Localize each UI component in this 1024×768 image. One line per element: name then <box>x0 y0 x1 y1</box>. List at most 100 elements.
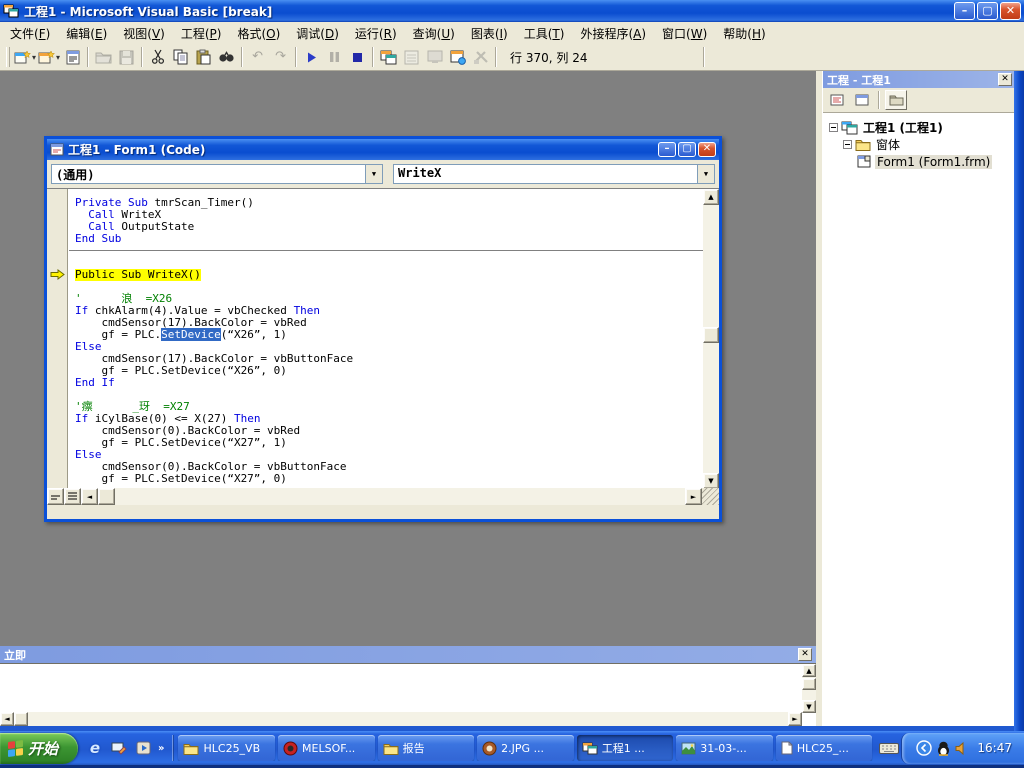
minimize-button[interactable]: – <box>954 2 975 20</box>
find-button[interactable] <box>215 46 238 68</box>
code-line[interactable]: Call OutputState <box>75 221 703 233</box>
resize-grip[interactable] <box>702 488 719 505</box>
properties-window-button[interactable] <box>400 46 423 68</box>
code-editor[interactable]: Private Sub tmrScan_Timer() Call WriteX … <box>47 189 719 505</box>
menu-item-view[interactable]: 视图(V) <box>115 23 173 44</box>
scroll-track[interactable] <box>28 712 788 726</box>
add-project-button[interactable]: ▾ <box>13 46 37 68</box>
maximize-button[interactable]: ▢ <box>977 2 998 20</box>
task-button-melsoft[interactable]: MELSOF... <box>278 735 375 761</box>
code-line[interactable]: End If <box>75 377 703 389</box>
menu-editor-button[interactable] <box>61 46 84 68</box>
scroll-up-icon[interactable]: ▲ <box>703 189 719 205</box>
tree-item-form1[interactable]: Form1 (Form1.frm) <box>825 153 1012 170</box>
scroll-thumb[interactable] <box>703 327 719 343</box>
menu-item-help[interactable]: 帮助(H) <box>715 23 773 44</box>
task-button-hlc25-vb-folder[interactable]: HLC25_VB <box>178 735 275 761</box>
task-button-image-31-03[interactable]: 31-03-... <box>676 735 773 761</box>
project-explorer-titlebar[interactable]: 工程 - 工程1 ✕ <box>823 71 1014 88</box>
code-text[interactable]: Private Sub tmrScan_Timer() Call WriteX … <box>69 189 703 505</box>
start-button[interactable]: 开始 <box>0 733 78 764</box>
code-line[interactable]: Private Sub tmrScan_Timer() <box>75 197 703 209</box>
stop-button[interactable] <box>346 46 369 68</box>
procedure-view-button[interactable] <box>47 488 64 505</box>
quick-launch-media-app-button[interactable] <box>134 739 152 757</box>
scroll-right-icon[interactable]: ► <box>788 712 802 726</box>
scroll-left-icon[interactable]: ◄ <box>0 712 14 726</box>
tray-volume-icon[interactable] <box>955 742 969 755</box>
tray-chevron-circle-icon[interactable] <box>916 740 932 756</box>
object-combo-arrow-icon[interactable]: ▼ <box>365 165 382 183</box>
view-object-button[interactable] <box>851 90 873 110</box>
language-bar[interactable] <box>877 737 901 759</box>
cut-button[interactable] <box>146 46 169 68</box>
save-button[interactable] <box>115 46 138 68</box>
code-vertical-scrollbar[interactable]: ▲ ▼ <box>703 189 719 489</box>
menu-item-window[interactable]: 窗口(W) <box>654 23 715 44</box>
menu-item-edit[interactable]: 编辑(E) <box>58 23 115 44</box>
code-close-button[interactable]: ✕ <box>698 142 716 157</box>
task-button-jpg-file[interactable]: 2.JPG ... <box>477 735 574 761</box>
dropdown-arrow-icon[interactable]: ▾ <box>56 53 60 62</box>
immediate-content[interactable]: ▲ ▼ ◄ ► <box>0 663 816 726</box>
scroll-down-icon[interactable]: ▼ <box>802 700 816 713</box>
immediate-titlebar[interactable]: 立即 ✕ <box>0 646 816 663</box>
object-combo[interactable]: (通用) ▼ <box>51 164 383 184</box>
menu-item-add-ins[interactable]: 外接程序(A) <box>572 23 654 44</box>
task-button-vb-project[interactable]: 工程1 ... <box>577 735 674 761</box>
dropdown-arrow-icon[interactable]: ▾ <box>32 53 36 62</box>
immediate-vertical-scrollbar[interactable]: ▲ ▼ <box>802 664 816 713</box>
menu-item-tools[interactable]: 工具(T) <box>516 23 573 44</box>
procedure-combo-arrow-icon[interactable]: ▼ <box>697 165 714 183</box>
scroll-down-icon[interactable]: ▼ <box>703 473 719 489</box>
immediate-close-icon[interactable]: ✕ <box>798 648 812 661</box>
paste-button[interactable] <box>192 46 215 68</box>
undo-button[interactable]: ↶ <box>246 46 269 68</box>
code-window-titlebar[interactable]: 工程1 - Form1 (Code) – ▢ ✕ <box>47 139 719 160</box>
add-form-button[interactable]: ▾ <box>37 46 61 68</box>
scroll-thumb[interactable] <box>802 678 816 690</box>
quick-launch-ie-button[interactable]: e <box>86 739 104 757</box>
view-code-button[interactable] <box>826 90 848 110</box>
tree-item-forms-folder[interactable]: 窗体 <box>825 136 1012 153</box>
copy-button[interactable] <box>169 46 192 68</box>
code-minimize-button[interactable]: – <box>658 142 676 157</box>
menu-item-file[interactable]: 文件(F) <box>2 23 58 44</box>
task-button-report-folder[interactable]: 报告 <box>378 735 475 761</box>
tree-collapse-icon[interactable] <box>829 123 838 132</box>
project-explorer-button[interactable] <box>377 46 400 68</box>
menu-item-diagram[interactable]: 图表(I) <box>463 23 516 44</box>
object-browser-button[interactable] <box>446 46 469 68</box>
menu-item-project[interactable]: 工程(P) <box>173 23 230 44</box>
scroll-thumb[interactable] <box>98 488 115 505</box>
scroll-track[interactable] <box>115 488 685 505</box>
code-line[interactable]: gf = PLC.SetDevice(“X26”, 1) <box>75 329 703 341</box>
scroll-thumb[interactable] <box>14 712 28 726</box>
scroll-up-icon[interactable]: ▲ <box>802 664 816 677</box>
code-line[interactable]: Public Sub WriteX() <box>75 269 703 281</box>
toolbar-grip[interactable] <box>6 47 10 67</box>
menu-item-debug[interactable]: 调试(D) <box>288 23 347 44</box>
project-explorer-close-icon[interactable]: ✕ <box>998 73 1012 86</box>
pause-button[interactable] <box>323 46 346 68</box>
tree-collapse-icon[interactable] <box>843 140 852 149</box>
task-button-hlc25-doc[interactable]: HLC25_... <box>776 735 873 761</box>
folder-toggle-button[interactable] <box>885 90 907 110</box>
close-button[interactable]: ✕ <box>1000 2 1021 20</box>
open-button[interactable] <box>92 46 115 68</box>
menu-item-query[interactable]: 查询(U) <box>405 23 463 44</box>
code-line[interactable]: gf = PLC.SetDevice(“X27”, 0) <box>75 473 703 485</box>
code-line[interactable]: gf = PLC.SetDevice(“X27”, 1) <box>75 437 703 449</box>
menu-item-run[interactable]: 运行(R) <box>347 23 405 44</box>
form-layout-button[interactable] <box>423 46 446 68</box>
tree-item-project-root[interactable]: 工程1 (工程1) <box>825 119 1012 136</box>
quick-launch-show-desktop-button[interactable] <box>110 739 128 757</box>
toolbox-button[interactable] <box>469 46 492 68</box>
scroll-left-icon[interactable]: ◄ <box>81 488 98 505</box>
procedure-combo[interactable]: WriteX ▼ <box>393 164 715 184</box>
menu-item-format[interactable]: 格式(O) <box>229 23 288 44</box>
code-horizontal-scrollbar[interactable]: ◄ ► <box>47 488 719 505</box>
redo-button[interactable]: ↷ <box>269 46 292 68</box>
quick-launch-overflow-chevron[interactable]: » <box>158 743 164 754</box>
tray-qq-icon[interactable] <box>937 741 950 756</box>
